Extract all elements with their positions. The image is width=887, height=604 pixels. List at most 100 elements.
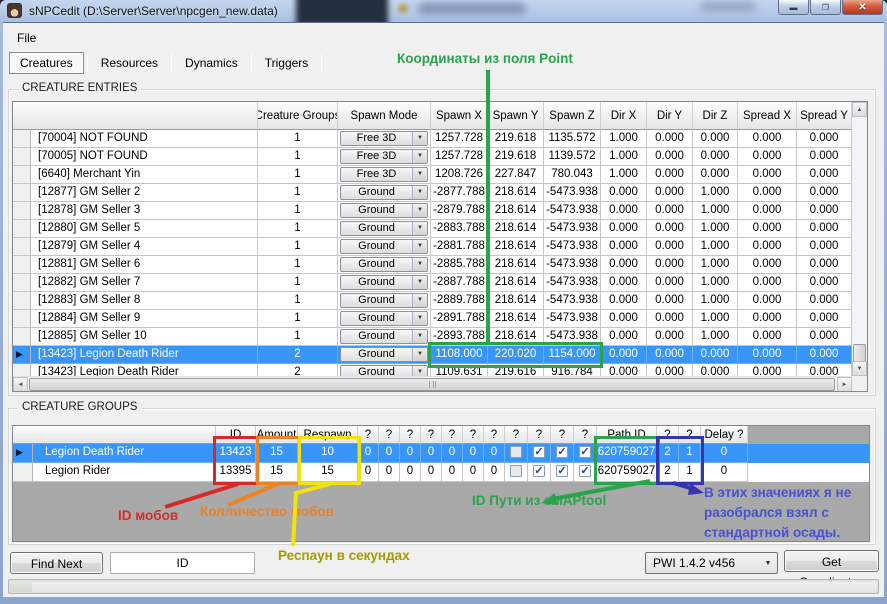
cell-spawn-y[interactable]: 218.614 (488, 310, 544, 328)
cell-spread-y[interactable]: 0.000 (797, 346, 852, 364)
column-header[interactable]: ? (679, 426, 701, 444)
minimize-button[interactable]: ▬ (778, 0, 809, 15)
table-row[interactable]: [12877] GM Seller 21Ground▼-2877.788218.… (13, 184, 867, 202)
tab-dynamics[interactable]: Dynamics (175, 53, 248, 73)
cell-spawn-x[interactable]: -2889.788 (431, 292, 488, 310)
cell-spawn-mode[interactable]: Ground▼ (338, 184, 431, 202)
cell-spawn-mode[interactable]: Ground▼ (338, 238, 431, 256)
column-header[interactable]: ? (421, 426, 442, 444)
cell-spawn-x[interactable]: -2887.788 (431, 274, 488, 292)
spawn-mode-dropdown[interactable]: Ground▼ (340, 257, 428, 272)
cell-dir-x[interactable]: 0.000 (601, 328, 647, 346)
table-row[interactable]: [70004] NOT FOUND1Free 3D▼1257.728219.61… (13, 130, 867, 148)
cell-name[interactable]: [12882] GM Seller 7 (31, 274, 258, 292)
cell-amount[interactable]: 15 (256, 463, 298, 482)
cell-dir-y[interactable]: 0.000 (647, 130, 693, 148)
vertical-scrollbar[interactable]: ▲ ▼ (852, 102, 867, 376)
cell-flag-1[interactable] (505, 444, 528, 463)
dropdown-arrow-icon[interactable]: ▼ (412, 240, 427, 253)
cell-spawn-mode[interactable]: Ground▼ (338, 256, 431, 274)
titlebar[interactable]: sNPCedit (D:\Server\Server\npcgen_new.da… (0, 0, 887, 22)
cell-spawn-y[interactable]: 220.020 (488, 346, 544, 364)
cell-spawn-x[interactable]: 1208.726 (431, 166, 488, 184)
spawn-mode-dropdown[interactable]: Free 3D▼ (340, 149, 428, 164)
table-row[interactable]: [12879] GM Seller 41Ground▼-2881.788218.… (13, 238, 867, 256)
cell-flag-3[interactable]: ✓ (551, 463, 574, 482)
cell-dir-y[interactable]: 0.000 (647, 310, 693, 328)
cell-dir-x[interactable]: 0.000 (601, 310, 647, 328)
cell-spread-x[interactable]: 0.000 (738, 292, 797, 310)
cell-creature-groups[interactable]: 1 (258, 130, 338, 148)
cell-dir-x[interactable]: 0.000 (601, 292, 647, 310)
cell-name[interactable]: [12883] GM Seller 8 (31, 292, 258, 310)
cell-spawn-z[interactable]: 1135.572 (544, 130, 601, 148)
cell-name[interactable]: [12885] GM Seller 10 (31, 328, 258, 346)
cell-unknown-1[interactable]: 0 (358, 444, 379, 463)
cell-spawn-z[interactable]: 1139.572 (544, 148, 601, 166)
cell-spawn-x[interactable]: -2879.788 (431, 202, 488, 220)
cell-creature-groups[interactable]: 2 (258, 346, 338, 364)
spawn-mode-dropdown[interactable]: Ground▼ (340, 239, 428, 254)
cell-spawn-mode[interactable]: Free 3D▼ (338, 166, 431, 184)
cell-spawn-x[interactable]: -2881.788 (431, 238, 488, 256)
cell-unknown-1[interactable]: 0 (358, 463, 379, 482)
cell-spread-y[interactable]: 0.000 (797, 130, 852, 148)
cell-dir-z[interactable]: 1.000 (693, 310, 738, 328)
spawn-mode-dropdown[interactable]: Ground▼ (340, 185, 428, 200)
cell-spread-y[interactable]: 0.000 (797, 310, 852, 328)
column-header[interactable]: Delay ? (701, 426, 748, 444)
column-header[interactable]: Spawn X (431, 102, 488, 130)
cell-respawn[interactable]: 15 (298, 463, 358, 482)
cell-spawn-x[interactable]: -2885.788 (431, 256, 488, 274)
row-selector[interactable] (13, 166, 31, 184)
cell-spawn-mode[interactable]: Ground▼ (338, 346, 431, 364)
cell-spread-y[interactable]: 0.000 (797, 328, 852, 346)
checkbox-unchecked[interactable] (510, 465, 522, 477)
cell-spread-x[interactable]: 0.000 (738, 220, 797, 238)
dropdown-arrow-icon[interactable]: ▼ (412, 330, 427, 343)
cell-flag-2[interactable]: ✓ (528, 444, 551, 463)
cell-dir-z[interactable]: 1.000 (693, 292, 738, 310)
table-row[interactable]: [12878] GM Seller 31Ground▼-2879.788218.… (13, 202, 867, 220)
cell-respawn[interactable]: 10 (298, 444, 358, 463)
find-next-button[interactable]: Find Next (10, 552, 103, 574)
checkbox-checked[interactable]: ✓ (556, 465, 568, 477)
cell-spread-x[interactable]: 0.000 (738, 238, 797, 256)
cell-unknown-6[interactable]: 0 (463, 444, 484, 463)
cell-dir-y[interactable]: 0.000 (647, 184, 693, 202)
cell-spawn-z[interactable]: 780.043 (544, 166, 601, 184)
dropdown-arrow-icon[interactable]: ▼ (412, 276, 427, 289)
horizontal-scroll-thumb[interactable] (29, 378, 835, 391)
cell-spawn-z[interactable]: -5473.938 (544, 238, 601, 256)
cell-spawn-y[interactable]: 218.614 (488, 238, 544, 256)
table-row[interactable]: [12885] GM Seller 101Ground▼-2893.788218… (13, 328, 867, 346)
cell-dir-x[interactable]: 0.000 (601, 220, 647, 238)
column-header[interactable]: Amount (256, 426, 298, 444)
cell-name[interactable]: Legion Death Rider (33, 444, 216, 463)
cell-dir-z[interactable]: 0.000 (693, 130, 738, 148)
cell-spread-y[interactable]: 0.000 (797, 220, 852, 238)
spawn-mode-dropdown[interactable]: Ground▼ (340, 347, 428, 362)
cell-dir-y[interactable]: 0.000 (647, 148, 693, 166)
column-header[interactable]: ? (463, 426, 484, 444)
scroll-up-icon[interactable]: ▲ (852, 102, 867, 117)
id-search-input[interactable] (110, 552, 255, 574)
cell-spread-y[interactable]: 0.000 (797, 184, 852, 202)
cell-spawn-z[interactable]: 1154.000 (544, 346, 601, 364)
cell-unknown-5[interactable]: 0 (442, 444, 463, 463)
spawn-mode-dropdown[interactable]: Ground▼ (340, 203, 428, 218)
cell-spawn-x[interactable]: -2891.788 (431, 310, 488, 328)
cell-spawn-z[interactable]: -5473.938 (544, 202, 601, 220)
cell-name[interactable]: Legion Rider (33, 463, 216, 482)
table-row[interactable]: [12882] GM Seller 71Ground▼-2887.788218.… (13, 274, 867, 292)
cell-spawn-z[interactable]: -5473.938 (544, 274, 601, 292)
cell-spread-x[interactable]: 0.000 (738, 130, 797, 148)
cell-spread-x[interactable]: 0.000 (738, 256, 797, 274)
cell-spawn-z[interactable]: -5473.938 (544, 310, 601, 328)
vertical-scroll-thumb[interactable] (853, 344, 866, 362)
row-selector[interactable]: ▶ (13, 346, 31, 364)
column-header[interactable]: Spawn Z (544, 102, 601, 130)
cell-dir-x[interactable]: 0.000 (601, 202, 647, 220)
cell-unknown-7[interactable]: 0 (484, 444, 505, 463)
column-header[interactable]: Dir Z (693, 102, 738, 130)
